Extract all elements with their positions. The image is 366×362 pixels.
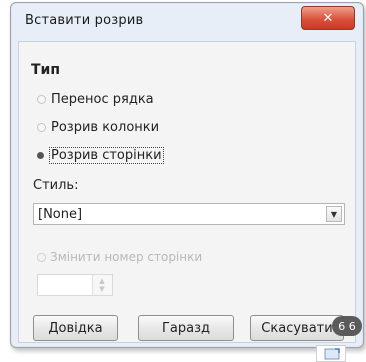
titlebar[interactable]: Вставити розрив ✕ (11, 3, 363, 43)
checkbox-icon (37, 252, 46, 262)
page-number-spinner[interactable]: ▲ ▼ (37, 274, 113, 296)
change-page-number-checkbox[interactable]: Змінити номер сторінки (37, 250, 202, 264)
radio-button-icon (37, 95, 46, 104)
radio-column-break[interactable]: Розрив колонки (37, 120, 159, 135)
dialog-title: Вставити розрив (25, 13, 144, 28)
window-thumbnail-icon (316, 345, 346, 362)
help-badge: 6 6 (332, 316, 362, 336)
change-page-number-label: Змінити номер сторінки (50, 250, 203, 264)
type-group-label: Тип (31, 62, 61, 78)
radio-label: Перенос рядка (51, 92, 154, 107)
radio-label: Розрив колонки (51, 120, 160, 135)
close-icon: ✕ (322, 10, 334, 26)
help-button[interactable]: Довідка (33, 315, 118, 341)
radio-line-break[interactable]: Перенос рядка (37, 92, 154, 107)
chevron-down-icon[interactable]: ▼ (326, 206, 342, 222)
radio-label: Розрив сторінки (49, 147, 164, 164)
spin-down-icon[interactable]: ▼ (99, 285, 104, 293)
dialog-content: Тип Перенос рядка Розрив колонки Розрив … (18, 41, 356, 343)
style-select-value: [None] (38, 207, 83, 222)
spinner-arrows[interactable]: ▲ ▼ (92, 275, 112, 295)
radio-page-break[interactable]: Розрив сторінки (37, 147, 164, 164)
cancel-button[interactable]: Скасувати (250, 315, 344, 341)
close-button[interactable]: ✕ (301, 6, 355, 30)
radio-selected-icon (37, 152, 44, 159)
spin-up-icon[interactable]: ▲ (99, 277, 104, 285)
insert-break-dialog: Вставити розрив ✕ Тип Перенос рядка Розр… (10, 2, 364, 348)
radio-button-icon (37, 123, 46, 132)
style-select[interactable]: [None] ▼ (33, 203, 345, 225)
style-label: Стиль: (33, 178, 79, 193)
ok-button[interactable]: Гаразд (138, 315, 234, 341)
page-number-input[interactable] (38, 275, 93, 295)
